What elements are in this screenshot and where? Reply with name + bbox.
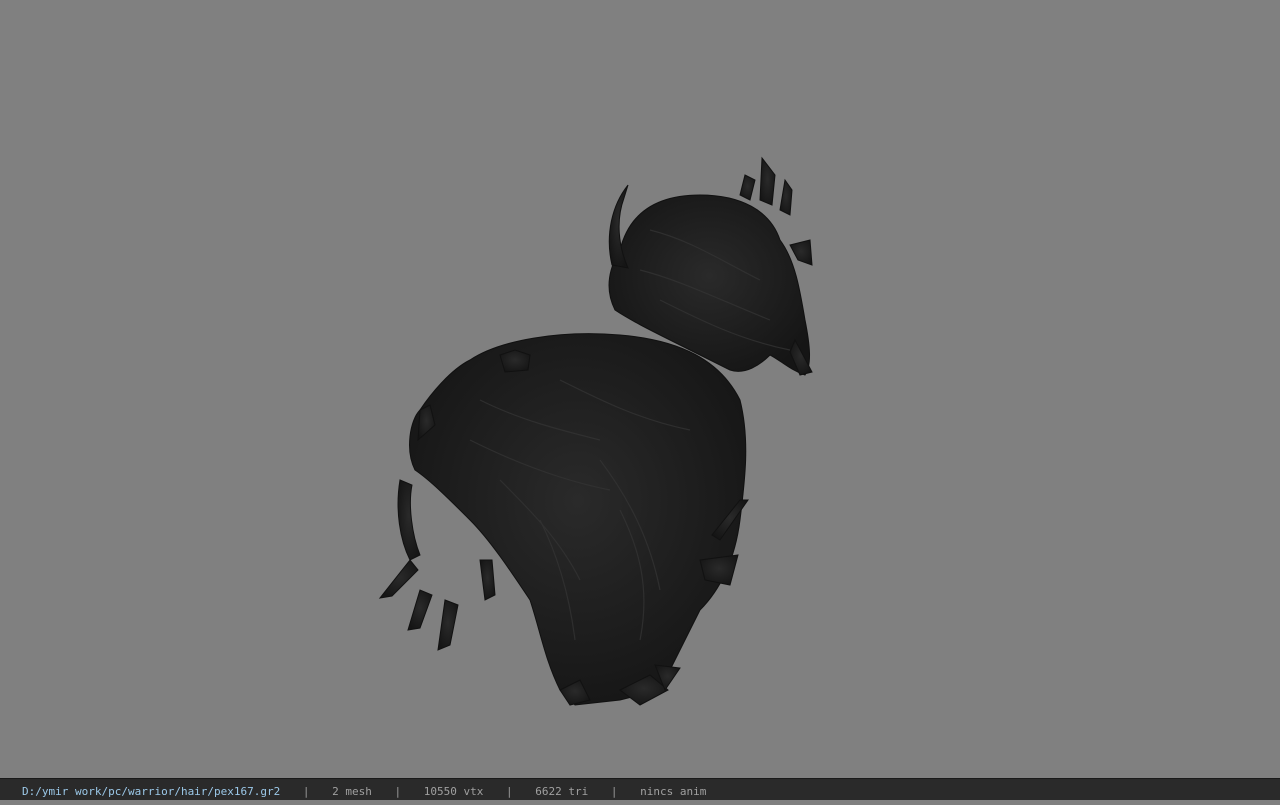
mesh-count-label: 2 mesh [332,785,372,798]
status-separator: | [302,785,310,798]
hair-main-mass [409,333,747,706]
hair-spike-3 [779,178,793,216]
hair-small-knot [499,349,531,373]
status-separator: | [610,785,618,798]
hair-left-wisp-2 [397,479,421,561]
hair-left-wisp-4 [407,589,433,631]
hair-spike-2 [759,156,776,206]
hair-left-wisp-3 [378,559,419,599]
hair-spike-1 [739,174,756,201]
hair-left-wisp-6 [479,559,496,601]
status-separator: | [394,785,402,798]
status-bar: D:/ymir work/pc/warrior/hair/pex167.gr2 … [0,778,1280,800]
hair-model-render [378,156,813,706]
file-path-label: D:/ymir work/pc/warrior/hair/pex167.gr2 [22,785,281,798]
hair-left-wisp-5 [437,599,459,651]
hair-mesh [378,156,813,706]
vertex-count-label: 10550 vtx [423,785,484,798]
animation-info-label: nincs anim [640,785,707,798]
hair-spike-4 [789,239,813,266]
3d-viewport[interactable] [0,0,1280,778]
hair-right-strand-2 [699,554,739,586]
status-separator: | [506,785,513,798]
triangle-count-label: 6622 tri [535,785,589,798]
